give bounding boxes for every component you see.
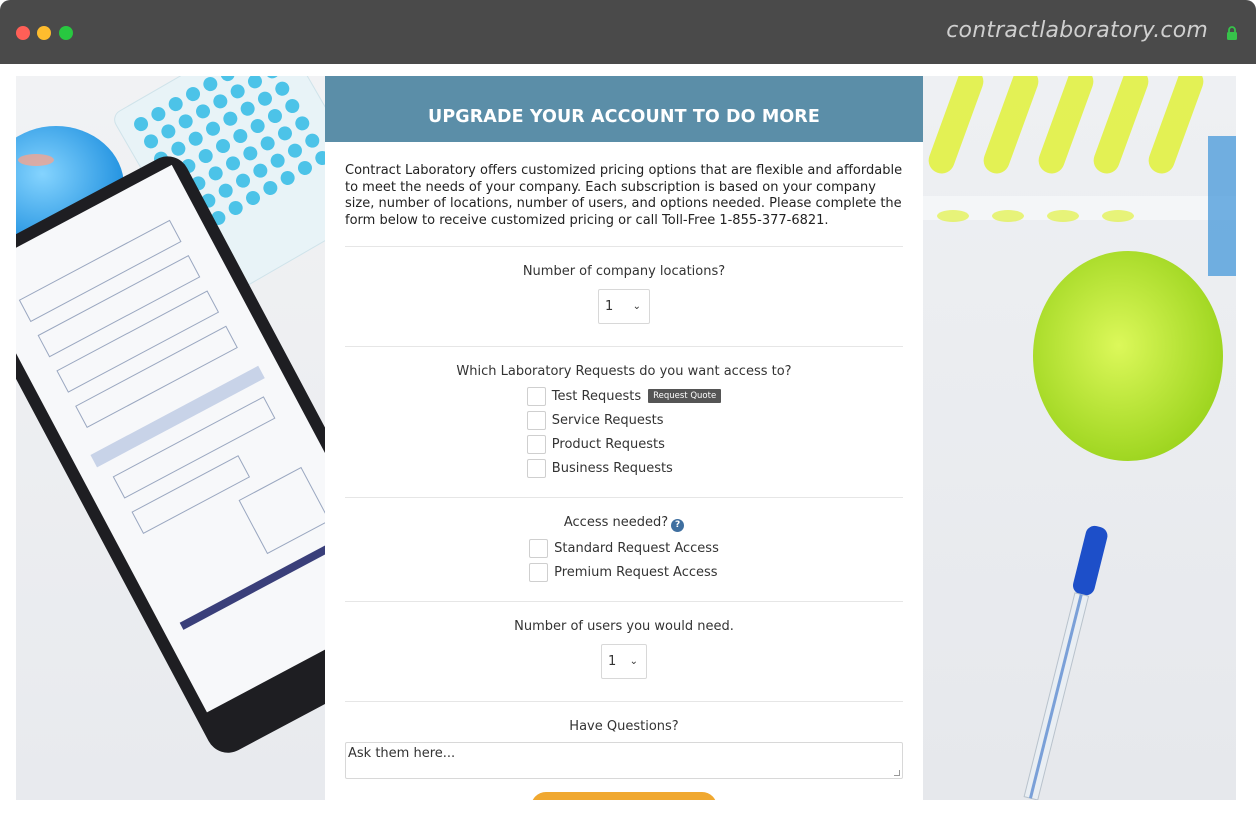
form-intro-text: Contract Laboratory offers customized pr… [345,163,903,228]
submit-button[interactable] [531,792,717,800]
close-window-button[interactable] [16,26,30,40]
page-content: UPGRADE YOUR ACCOUNT TO DO MORE Contract… [16,76,1236,800]
premium-access-label: Premium Request Access [554,565,718,580]
help-icon[interactable]: ? [671,518,685,532]
locations-section: Number of company locations? 1 ⌄ [325,247,923,346]
service-requests-checkbox[interactable] [526,410,546,430]
address-bar-url[interactable]: contractlaboratory.com [946,18,1208,43]
locations-question: Number of company locations? [522,264,726,279]
test-requests-option[interactable]: Test Requests Request Quote [526,384,722,408]
business-requests-checkbox[interactable] [526,458,546,478]
locations-select-value: 1 [605,299,614,314]
service-requests-option[interactable]: Service Requests [526,408,721,432]
minimize-window-button[interactable] [37,26,51,40]
form-banner: UPGRADE YOUR ACCOUNT TO DO MORE [325,76,923,142]
premium-access-checkbox[interactable] [529,563,549,582]
lab-tubes-illustration [923,76,1236,800]
access-question: Access needed? [563,515,669,530]
resize-handle-icon[interactable] [894,770,900,776]
business-requests-label: Business Requests [551,460,673,476]
lab-requests-question: Which Laboratory Requests do you want ac… [456,364,792,379]
chevron-down-icon: ⌄ [632,301,641,312]
lab-tubes-image [923,76,1236,800]
premium-access-option[interactable]: Premium Request Access [529,561,719,585]
product-requests-label: Product Requests [551,436,665,452]
access-options: Standard Request Access Premium Request … [529,537,719,585]
service-requests-label: Service Requests [551,412,664,428]
standard-access-label: Standard Request Access [554,541,719,556]
request-quote-badge: Request Quote [648,388,722,404]
chevron-down-icon: ⌄ [629,656,638,667]
access-question-row: Access needed?? [325,498,923,532]
lab-requests-section: Which Laboratory Requests do you want ac… [325,347,923,497]
browser-chrome: contractlaboratory.com [0,0,1256,64]
standard-access-checkbox[interactable] [529,539,549,558]
test-requests-checkbox[interactable] [526,386,546,406]
questions-label: Have Questions? [569,719,679,734]
product-requests-checkbox[interactable] [526,434,546,454]
upgrade-form-panel: UPGRADE YOUR ACCOUNT TO DO MORE Contract… [325,76,923,800]
test-requests-label: Test Requests [551,388,642,404]
users-select-value: 1 [608,654,617,669]
users-section: Number of users you would need. 1 ⌄ [325,602,923,701]
lab-clipboard-illustration [16,76,325,753]
business-requests-option[interactable]: Business Requests [526,456,721,480]
standard-access-option[interactable]: Standard Request Access [529,537,719,561]
maximize-window-button[interactable] [59,26,73,40]
locations-select[interactable]: 1 ⌄ [598,289,650,324]
lab-requests-options: Test Requests Request Quote Service Requ… [526,384,722,480]
form-heading: UPGRADE YOUR ACCOUNT TO DO MORE [428,107,820,127]
questions-textarea[interactable]: Ask them here... [345,742,903,779]
access-section: Access needed?? Standard Request Access … [325,498,923,601]
users-select[interactable]: 1 ⌄ [601,644,647,679]
product-requests-option[interactable]: Product Requests [526,432,721,456]
users-question: Number of users you would need. [514,619,734,634]
lab-clipboard-image [16,76,325,800]
questions-section: Have Questions? Ask them here... [325,702,923,779]
lock-icon [1227,26,1237,40]
questions-placeholder: Ask them here... [348,746,456,761]
